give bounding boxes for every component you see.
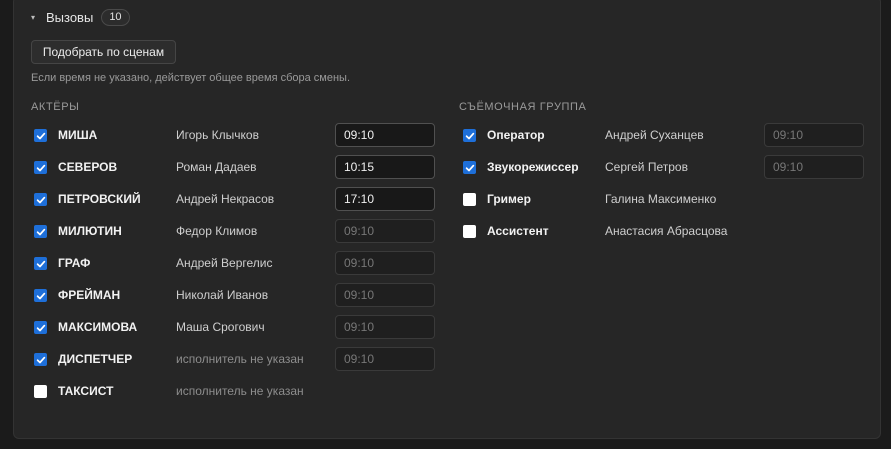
crew-group-title: СЪЁМОЧНАЯ ГРУППА: [459, 101, 587, 113]
assigned-person: Галина Максименко: [605, 192, 717, 206]
row-checkbox[interactable]: [34, 225, 47, 238]
match-by-scenes-button[interactable]: Подобрать по сценам: [31, 40, 176, 64]
assigned-person: исполнитель не указан: [176, 352, 304, 366]
checkmark-icon: [36, 356, 45, 363]
checkmark-icon: [36, 164, 45, 171]
role-name: МАКСИМОВА: [58, 320, 138, 334]
calls-panel: [13, 0, 881, 439]
role-name: СЕВЕРОВ: [58, 160, 118, 174]
assigned-person: Федор Климов: [176, 224, 258, 238]
call-time-input[interactable]: [335, 219, 435, 243]
assigned-person: Роман Дадаев: [176, 160, 257, 174]
checkmark-icon: [465, 132, 474, 139]
assigned-person: Андрей Суханцев: [605, 128, 704, 142]
call-time-input[interactable]: [335, 155, 435, 179]
role-name: Звукорежиссер: [487, 160, 579, 174]
checkmark-icon: [36, 324, 45, 331]
role-name: МИЛЮТИН: [58, 224, 122, 238]
role-name: ПЕТРОВСКИЙ: [58, 192, 141, 206]
call-time-input[interactable]: [335, 315, 435, 339]
row-checkbox[interactable]: [463, 129, 476, 142]
role-name: ФРЕЙМАН: [58, 288, 121, 302]
assigned-person: Анастасия Абрасцова: [605, 224, 728, 238]
assigned-person: Андрей Некрасов: [176, 192, 275, 206]
call-time-input[interactable]: [764, 155, 864, 179]
assigned-person: исполнитель не указан: [176, 384, 304, 398]
role-name: ТАКСИСТ: [58, 384, 114, 398]
role-name: ДИСПЕТЧЕР: [58, 352, 133, 366]
row-checkbox[interactable]: [34, 321, 47, 334]
call-time-input[interactable]: [335, 187, 435, 211]
call-time-input[interactable]: [335, 123, 435, 147]
row-checkbox[interactable]: [34, 353, 47, 366]
call-time-input[interactable]: [335, 283, 435, 307]
call-time-input[interactable]: [335, 251, 435, 275]
calls-section-header[interactable]: ▾ Вызовы 10: [31, 8, 130, 26]
section-title: Вызовы: [46, 9, 94, 25]
row-checkbox[interactable]: [34, 129, 47, 142]
row-checkbox[interactable]: [463, 193, 476, 206]
checkmark-icon: [36, 260, 45, 267]
chevron-down-icon[interactable]: ▾: [31, 13, 41, 22]
role-name: ГРАФ: [58, 256, 91, 270]
assigned-person: Андрей Вергелис: [176, 256, 273, 270]
default-time-hint: Если время не указано, действует общее в…: [31, 72, 351, 84]
row-checkbox[interactable]: [34, 193, 47, 206]
row-checkbox[interactable]: [34, 161, 47, 174]
checkmark-icon: [36, 132, 45, 139]
row-checkbox[interactable]: [34, 289, 47, 302]
row-checkbox[interactable]: [34, 385, 47, 398]
assigned-person: Игорь Клычков: [176, 128, 259, 142]
call-time-input[interactable]: [335, 347, 435, 371]
checkmark-icon: [465, 164, 474, 171]
count-badge: 10: [101, 8, 130, 26]
assigned-person: Сергей Петров: [605, 160, 688, 174]
actors-group-title: АКТЁРЫ: [31, 101, 80, 113]
role-name: МИША: [58, 128, 98, 142]
row-checkbox[interactable]: [463, 161, 476, 174]
checkmark-icon: [36, 196, 45, 203]
assigned-person: Маша Срогович: [176, 320, 265, 334]
checkmark-icon: [36, 292, 45, 299]
role-name: Ассистент: [487, 224, 549, 238]
checkmark-icon: [36, 228, 45, 235]
role-name: Оператор: [487, 128, 545, 142]
call-time-input[interactable]: [764, 123, 864, 147]
role-name: Гример: [487, 192, 531, 206]
assigned-person: Николай Иванов: [176, 288, 269, 302]
row-checkbox[interactable]: [34, 257, 47, 270]
row-checkbox[interactable]: [463, 225, 476, 238]
